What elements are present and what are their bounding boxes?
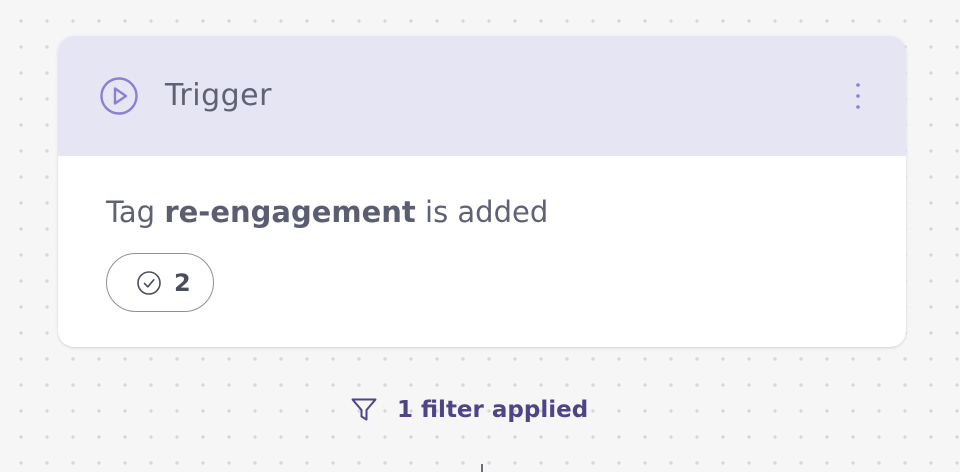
trigger-condition: Tag re-engagement is added xyxy=(106,192,548,232)
filter-label: 1 filter applied xyxy=(397,397,589,423)
play-circle-icon xyxy=(100,77,138,115)
check-circle-icon xyxy=(137,271,161,295)
trigger-title: Trigger xyxy=(165,78,272,113)
completed-count-badge[interactable]: 2 xyxy=(106,253,214,312)
flow-connector-line xyxy=(481,464,483,472)
more-vertical-icon[interactable] xyxy=(846,80,870,112)
trigger-card-body: Tag re-engagement is added 2 xyxy=(58,156,906,347)
condition-suffix: is added xyxy=(425,195,549,229)
condition-prefix: Tag xyxy=(106,195,156,229)
tag-name: re-engagement xyxy=(164,195,416,229)
trigger-card-header: Trigger xyxy=(58,36,906,156)
completed-count: 2 xyxy=(174,269,191,297)
funnel-icon xyxy=(351,398,377,421)
trigger-card[interactable]: Trigger Tag re-engagement is added 2 xyxy=(58,36,906,347)
